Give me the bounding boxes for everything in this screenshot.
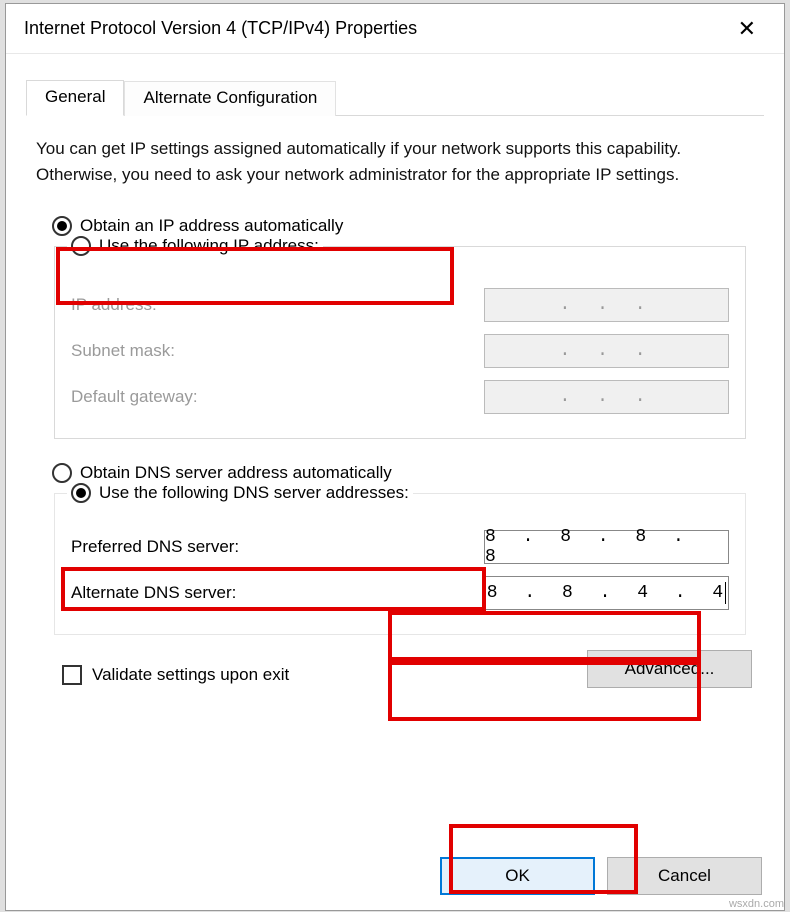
watermark-text: wsxdn.com bbox=[729, 898, 784, 910]
alternate-dns-input[interactable]: 8 . 8 . 4 . 4 bbox=[484, 576, 729, 610]
radio-label: Obtain an IP address automatically bbox=[80, 216, 343, 236]
radio-use-following-dns[interactable]: Use the following DNS server addresses: bbox=[67, 483, 413, 503]
checkbox-icon bbox=[62, 665, 82, 685]
default-gateway-label: Default gateway: bbox=[71, 387, 198, 407]
dialog-window: Internet Protocol Version 4 (TCP/IPv4) P… bbox=[5, 3, 785, 911]
description-text: You can get IP settings assigned automat… bbox=[26, 116, 764, 212]
radio-use-following-ip[interactable]: Use the following IP address: bbox=[67, 236, 323, 256]
radio-label: Use the following IP address: bbox=[99, 236, 319, 256]
ip-manual-group: Use the following IP address: IP address… bbox=[54, 246, 746, 439]
radio-icon bbox=[52, 216, 72, 236]
titlebar: Internet Protocol Version 4 (TCP/IPv4) P… bbox=[6, 4, 784, 54]
ip-address-label: IP address: bbox=[71, 295, 157, 315]
close-icon[interactable]: ✕ bbox=[728, 12, 766, 46]
dns-manual-group: Use the following DNS server addresses: … bbox=[54, 493, 746, 635]
radio-icon bbox=[71, 236, 91, 256]
tab-strip: General Alternate Configuration bbox=[26, 79, 764, 116]
ip-address-input: . . . bbox=[484, 288, 729, 322]
preferred-dns-label: Preferred DNS server: bbox=[71, 537, 239, 557]
subnet-mask-input: . . . bbox=[484, 334, 729, 368]
radio-icon bbox=[52, 463, 72, 483]
advanced-button[interactable]: Advanced... bbox=[587, 650, 752, 688]
radio-icon bbox=[71, 483, 91, 503]
radio-label: Obtain DNS server address automatically bbox=[80, 463, 392, 483]
dialog-footer: OK Cancel bbox=[440, 857, 762, 895]
tab-alternate-configuration[interactable]: Alternate Configuration bbox=[124, 81, 336, 116]
ok-button[interactable]: OK bbox=[440, 857, 595, 895]
radio-label: Use the following DNS server addresses: bbox=[99, 483, 409, 503]
alternate-dns-label: Alternate DNS server: bbox=[71, 583, 236, 603]
default-gateway-input: . . . bbox=[484, 380, 729, 414]
preferred-dns-input[interactable]: 8 . 8 . 8 . 8 bbox=[484, 530, 729, 564]
tab-general[interactable]: General bbox=[26, 80, 124, 116]
subnet-mask-label: Subnet mask: bbox=[71, 341, 175, 361]
checkbox-label: Validate settings upon exit bbox=[92, 665, 289, 685]
window-title: Internet Protocol Version 4 (TCP/IPv4) P… bbox=[24, 18, 417, 39]
cancel-button[interactable]: Cancel bbox=[607, 857, 762, 895]
